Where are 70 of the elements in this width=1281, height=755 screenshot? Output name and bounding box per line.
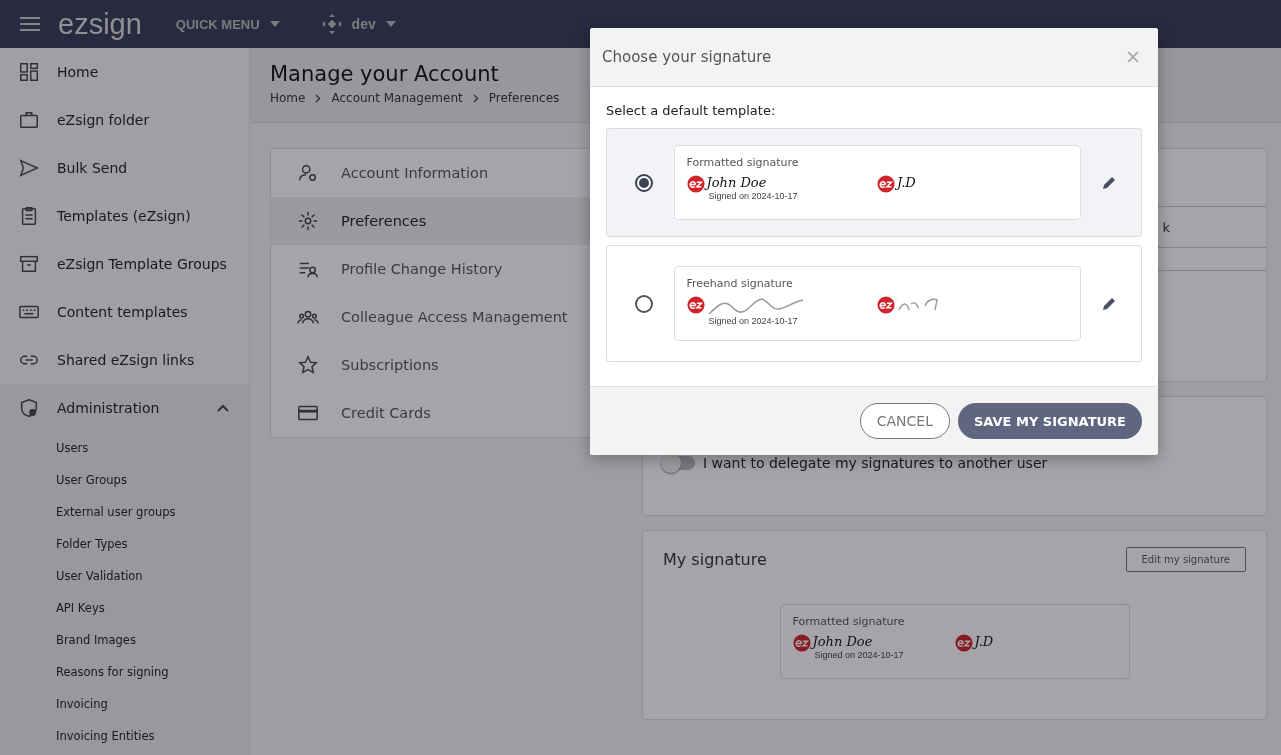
edit-signature-button[interactable]: Edit my signature: [1125, 547, 1246, 572]
sidebar-subitem[interactable]: Reasons for signing: [0, 656, 249, 688]
save-button[interactable]: SAVE MY SIGNATURE: [958, 403, 1142, 439]
signature-type-label: Freehand signature: [686, 277, 794, 290]
sidebar-item[interactable]: eZsign folder: [0, 96, 249, 144]
shield-icon: [18, 397, 40, 419]
caret-icon: [385, 21, 396, 27]
pencil-icon[interactable]: [1101, 295, 1117, 312]
sidebar-subitem[interactable]: Folder Types: [0, 528, 249, 560]
person-gear-icon: [297, 162, 319, 184]
sidebar-item[interactable]: Home: [0, 48, 249, 96]
dialog-title: Choose your signature: [602, 48, 772, 66]
ez-logo-icon: [954, 634, 973, 652]
signature-initials: J.D: [897, 175, 916, 191]
sidebar-subitem[interactable]: User Validation: [0, 560, 249, 592]
folder-icon: [18, 109, 40, 131]
sidebar-subitem[interactable]: External user groups: [0, 496, 249, 528]
chevron-right-icon: [472, 93, 479, 103]
sidebar-item[interactable]: eZsign Template Groups: [0, 240, 249, 288]
sidebar-subitem[interactable]: Invoicing: [0, 688, 249, 720]
sidebar-item[interactable]: Templates (eZsign): [0, 192, 249, 240]
page-title: Manage your Account: [270, 62, 500, 86]
home-icon: [18, 61, 40, 83]
chevron-right-icon: [315, 93, 322, 103]
section-title: My signature: [663, 550, 767, 569]
sidebar-subitem[interactable]: User Groups: [0, 464, 249, 496]
logo[interactable]: ezsign: [58, 7, 142, 41]
ez-logo-icon: [877, 296, 895, 314]
cancel-button[interactable]: CANCEL: [859, 403, 950, 439]
pencil-icon[interactable]: [1101, 174, 1117, 191]
caret-icon: [269, 21, 280, 27]
field-text: k: [1162, 219, 1170, 235]
sidebar-subitem[interactable]: Invoicing Entities: [0, 720, 249, 752]
sidebar-item[interactable]: Bulk Send: [0, 144, 249, 192]
star-icon: [297, 354, 319, 376]
ez-logo-icon: [686, 296, 705, 314]
sidebar-item[interactable]: Content templates: [0, 288, 249, 336]
settings-menu-item[interactable]: Credit Cards: [271, 389, 621, 437]
quick-menu-button[interactable]: QUICK MENU: [175, 16, 280, 32]
signed-date: Signed on 2024-10-17: [708, 316, 799, 326]
breadcrumb-item[interactable]: Account Management: [331, 91, 463, 105]
signature-option[interactable]: Freehand signature Signed on 2024-10-17: [606, 245, 1142, 362]
breadcrumb-item: Preferences: [488, 91, 560, 105]
ez-logo-icon: [792, 634, 811, 652]
signature-initials: J.D: [974, 634, 994, 650]
sidebar-subitem[interactable]: Users: [0, 432, 249, 464]
toggle-label: I want to delegate my signatures to another user: [703, 455, 1048, 471]
signed-date: Signed on 2024-10-17: [708, 191, 798, 201]
radio-button[interactable]: [635, 294, 653, 313]
sidebar-item[interactable]: Shared eZsign links: [0, 336, 249, 384]
signature-name: John Doe: [812, 634, 874, 650]
archive-icon: [18, 253, 40, 275]
signature-type-label: Formatted signature: [686, 156, 800, 169]
sidebar-subitem[interactable]: Brand Images: [0, 624, 249, 656]
workspace-button[interactable]: dev: [321, 14, 396, 34]
signed-date: Signed on 2024-10-17: [814, 650, 904, 660]
ez-logo-icon: [686, 175, 705, 193]
diamond-arrows-icon: [321, 14, 342, 34]
signature-option[interactable]: Formatted signature John Doe Signed on 2024-10-17 J.D: [606, 128, 1142, 237]
signature-name: John Doe: [706, 175, 768, 191]
ez-logo-icon: [877, 175, 895, 193]
prompt-text: Select a default template:: [606, 103, 777, 118]
sidebar-subitem[interactable]: API Keys: [0, 592, 249, 624]
sidebar-item[interactable]: Administration: [0, 384, 249, 432]
signature-type-label: Formatted signature: [792, 615, 906, 628]
radio-button[interactable]: [635, 173, 653, 192]
menu-icon[interactable]: [20, 16, 40, 32]
gear-icon: [297, 210, 319, 232]
send-icon: [18, 157, 40, 179]
breadcrumb-item[interactable]: Home: [270, 91, 306, 105]
